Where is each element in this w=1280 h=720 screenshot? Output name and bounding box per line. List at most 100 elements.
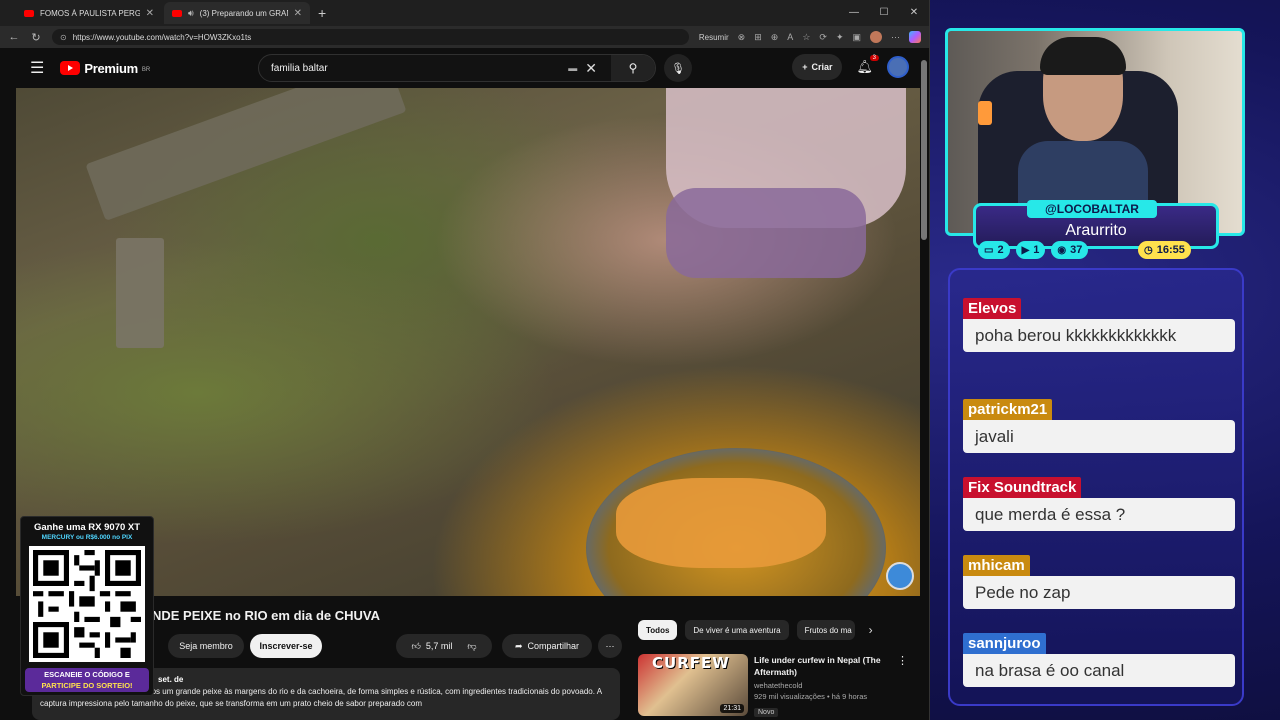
hamburger-menu-icon[interactable]: ☰: [30, 58, 44, 78]
close-window-icon[interactable]: ✕: [899, 0, 929, 26]
share-button[interactable]: ➦ Compartilhar: [502, 634, 592, 658]
copilot-icon[interactable]: [909, 31, 921, 43]
close-tab-icon[interactable]: ✕: [294, 8, 302, 19]
clock-icon: ◷: [1144, 244, 1153, 256]
like-count[interactable]: 5,7 mil: [426, 641, 453, 651]
chat-message: mhicam Pede no zap: [963, 555, 1235, 609]
streamer-hair: [1040, 37, 1126, 75]
video-duration: 21:31: [720, 704, 744, 713]
streamer-handle: @LOCOBALTAR: [1027, 200, 1157, 218]
video-camera-icon: ▶: [1021, 244, 1030, 256]
background-lamp: [978, 101, 992, 125]
qr-code-graphic: [33, 550, 141, 658]
notifications-bell-icon[interactable]: 🔔︎ 3: [856, 55, 879, 75]
promo-cta-line1: ESCANEIE O CÓDIGO E: [44, 670, 130, 679]
join-button[interactable]: Seja membro: [168, 634, 244, 658]
recommended-stats: 929 mil visualizações • há 9 horas: [754, 692, 868, 701]
description-meta: set. de: [158, 675, 184, 684]
youtube-favicon-icon: [24, 9, 34, 17]
speaker-icon[interactable]: 🔊︎: [188, 8, 194, 19]
zoom-icon[interactable]: ⊕: [771, 32, 779, 43]
video-frame-bench: [85, 88, 407, 221]
stream-time: 16:55: [1156, 244, 1185, 256]
chip-channel[interactable]: De viver é uma aventura: [685, 620, 789, 640]
like-icon[interactable]: 👍︎: [411, 641, 420, 652]
chat-count: 2: [997, 244, 1004, 256]
youtube-logo[interactable]: Premium BR: [60, 61, 150, 76]
summary-button[interactable]: Resumir: [699, 33, 729, 42]
dislike-icon[interactable]: 👎︎: [467, 641, 476, 652]
reload-icon[interactable]: ↻: [30, 31, 42, 44]
promo-subline: MERCURY ou R$6.000 no PIX: [41, 534, 133, 541]
viewers-icon: ◉: [1057, 244, 1067, 256]
qr-code: [29, 546, 145, 662]
video-frame-fish: [616, 478, 826, 568]
browser-tab-1[interactable]: FOMOS À PAULISTA PERGUNTAR ✕: [16, 2, 162, 24]
microphone-icon[interactable]: 🎙︎: [664, 54, 692, 82]
promo-headline: Ganhe uma RX 9070 XT: [33, 522, 141, 533]
scrollbar-thumb[interactable]: [921, 60, 927, 240]
profile-avatar[interactable]: [870, 31, 882, 43]
more-actions-icon[interactable]: ⋯: [598, 634, 622, 658]
chat-message: patrickm21 javali: [963, 399, 1235, 453]
chat-text: javali: [963, 420, 1235, 453]
chat-text: que merda é essa ?: [963, 498, 1235, 531]
chat-message: Fix Soundtrack que merda é essa ?: [963, 477, 1235, 531]
search-button[interactable]: ⚲: [611, 55, 655, 81]
favorite-star-icon[interactable]: ☆: [802, 32, 810, 43]
chat-count-stat: ▭ 2: [978, 241, 1010, 259]
account-avatar[interactable]: [887, 56, 909, 78]
recommended-more-icon[interactable]: ⋮: [897, 654, 908, 718]
youtube-favicon-icon: [172, 9, 182, 17]
extensions-puzzle-icon[interactable]: ✦: [836, 32, 844, 43]
chip-all[interactable]: Todos: [638, 620, 678, 640]
read-aloud-icon[interactable]: A: [787, 32, 793, 42]
chat-username: Fix Soundtrack: [963, 477, 1082, 498]
recommended-thumbnail[interactable]: CURFEW 21:31: [638, 654, 748, 716]
chat-message: Elevos poha berou kkkkkkkkkkkkk: [963, 298, 1235, 352]
chat-text: Pede no zap: [963, 576, 1235, 609]
chat-text: na brasa é oo canal: [963, 654, 1235, 687]
create-button[interactable]: + Criar: [792, 54, 843, 80]
new-tab-button[interactable]: +: [312, 5, 332, 21]
page-scrollbar[interactable]: [921, 60, 927, 720]
window-controls: — ☐ ✕: [839, 0, 929, 26]
more-menu-icon[interactable]: ⋯: [891, 32, 900, 43]
recommended-video[interactable]: CURFEW 21:31 Life under curfew in Nepal …: [638, 654, 908, 718]
tab-title: (3) Preparando um GRANDE: [199, 8, 288, 18]
chevron-right-icon[interactable]: ›: [869, 623, 873, 637]
extension-icon[interactable]: ⊗: [738, 32, 746, 43]
refresh-sync-icon[interactable]: ⟳: [819, 32, 827, 43]
video-frame-shorts: [666, 188, 866, 278]
search-input[interactable]: familia baltar: [259, 63, 568, 74]
share-label: Compartilhar: [527, 641, 580, 651]
tab-strip: FOMOS À PAULISTA PERGUNTAR ✕ 🔊︎ (3) Prep…: [0, 0, 929, 26]
apps-icon[interactable]: ⊞: [754, 32, 762, 43]
chip-topic[interactable]: Frutos do ma: [796, 620, 855, 640]
maximize-icon[interactable]: ☐: [869, 0, 899, 26]
close-tab-icon[interactable]: ✕: [146, 8, 154, 19]
back-icon[interactable]: ←: [8, 31, 20, 43]
url-field[interactable]: ⊙ https://www.youtube.com/watch?v=HOW3ZK…: [52, 29, 689, 45]
chat-username: patrickm21: [963, 399, 1053, 420]
recommended-title[interactable]: Life under curfew in Nepal (The Aftermat…: [754, 654, 891, 678]
clear-search-icon[interactable]: ✕: [585, 60, 597, 77]
recommendation-chips: Todos De viver é uma aventura Frutos do …: [638, 620, 873, 640]
chat-username: mhicam: [963, 555, 1030, 576]
streamer-name: Araurrito: [1065, 222, 1127, 239]
site-info-icon[interactable]: ⊙: [60, 33, 67, 42]
chat-bubble-icon: ▭: [984, 244, 994, 256]
browser-tab-2[interactable]: 🔊︎ (3) Preparando um GRANDE ✕: [164, 2, 310, 24]
collections-icon[interactable]: ▣: [852, 32, 861, 43]
stream-overlay: FOMOS À PAULISTA PERGUNTAR ✕ 🔊︎ (3) Prep…: [0, 0, 1280, 720]
header-actions: + Criar 🔔︎ 3: [792, 54, 909, 80]
minimize-icon[interactable]: —: [839, 0, 869, 26]
video-actions: Seja membro Inscrever-se 👍︎ 5,7 mil 👎︎ ➦…: [168, 634, 628, 658]
subscribe-button[interactable]: Inscrever-se: [250, 634, 322, 658]
recommended-channel[interactable]: wehatethecold: [754, 681, 891, 690]
stream-timer: ◷ 16:55: [1138, 241, 1191, 259]
tab-title: FOMOS À PAULISTA PERGUNTAR: [40, 8, 140, 18]
channel-watermark-icon[interactable]: [886, 562, 914, 590]
recommended-info: Life under curfew in Nepal (The Aftermat…: [754, 654, 891, 718]
keyboard-icon[interactable]: ▬: [568, 63, 577, 73]
